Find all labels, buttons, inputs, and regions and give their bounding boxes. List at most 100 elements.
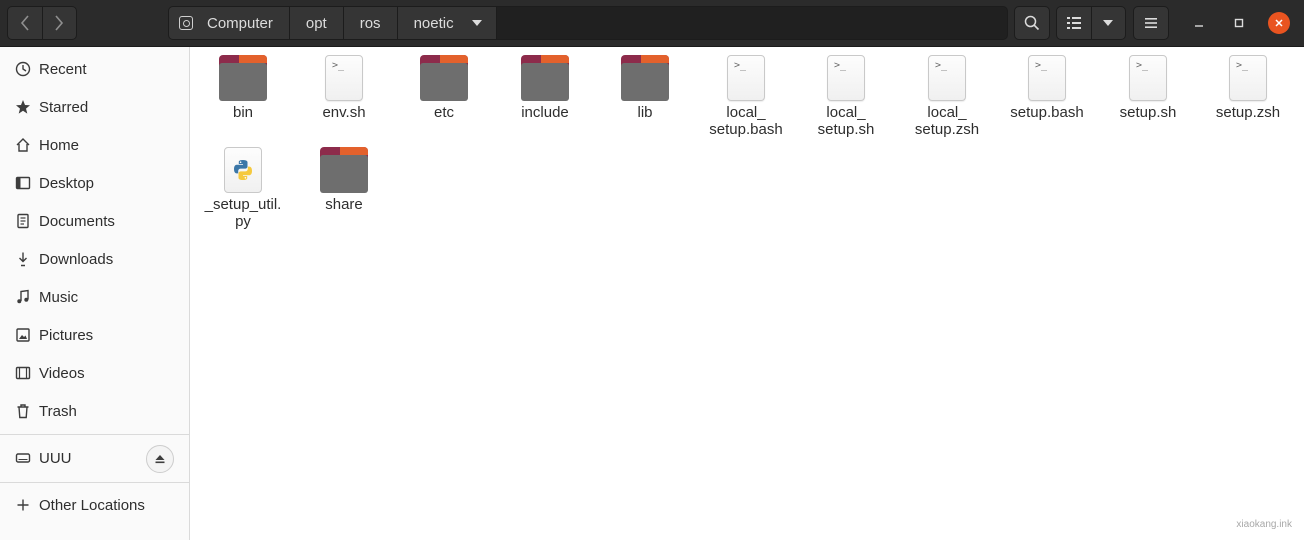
sidebar-item-videos[interactable]: Videos (0, 354, 189, 392)
sidebar-item-label: Trash (39, 402, 77, 420)
folder-item[interactable]: etc (394, 47, 494, 121)
navigation-buttons (7, 6, 77, 40)
sidebar-item-music[interactable]: Music (0, 278, 189, 316)
close-button[interactable] (1268, 12, 1290, 34)
file-item[interactable]: >_ setup.bash (997, 47, 1097, 121)
sidebar-item-trash[interactable]: Trash (0, 392, 189, 430)
crumb-computer[interactable]: Computer (169, 7, 290, 39)
path-bar: Computer opt ros noetic (168, 6, 1008, 40)
crumb-label: ros (359, 14, 381, 32)
eject-button[interactable] (146, 445, 174, 473)
chevron-left-icon (20, 15, 29, 31)
sidebar-item-pictures[interactable]: Pictures (0, 316, 189, 354)
trash-icon (15, 403, 31, 419)
file-name: local_ setup.zsh (897, 104, 997, 138)
file-name: bin (232, 104, 254, 121)
sidebar-item-device[interactable]: UUU (0, 439, 189, 477)
file-item[interactable]: >_ local_ setup.sh (796, 47, 896, 138)
sidebar-item-label: Starred (39, 98, 89, 116)
file-name: _setup_util. py (193, 196, 293, 230)
folder-icon (219, 55, 267, 101)
download-icon (15, 251, 31, 267)
sidebar-item-other-locations[interactable]: Other Locations (0, 486, 189, 524)
script-file-icon: >_ (727, 55, 765, 101)
file-name: lib (637, 104, 653, 121)
file-name-line: local_ (826, 104, 866, 121)
folder-item[interactable]: bin (193, 47, 293, 121)
file-name-line: local_ (927, 104, 967, 121)
file-item[interactable]: >_ local_ setup.zsh (897, 47, 997, 138)
sidebar-item-recent[interactable]: Recent (0, 50, 189, 88)
folder-icon (320, 147, 368, 193)
script-file-icon: >_ (1229, 55, 1267, 101)
file-item[interactable]: >_ setup.sh (1098, 47, 1198, 121)
sidebar-item-documents[interactable]: Documents (0, 202, 189, 240)
file-name: setup.bash (1010, 104, 1084, 121)
sidebar-item-desktop[interactable]: Desktop (0, 164, 189, 202)
folder-item[interactable]: include (495, 47, 595, 121)
file-item[interactable]: >_ local_ setup.bash (696, 47, 796, 138)
sidebar-item-label: Desktop (39, 174, 95, 192)
file-name-line: py (235, 213, 251, 230)
crumb-ros[interactable]: ros (343, 7, 398, 39)
script-file-icon: >_ (827, 55, 865, 101)
sidebar-item-label: Other Locations (39, 496, 145, 514)
file-name-line: setup.zsh (914, 121, 980, 138)
file-name: local_ setup.sh (796, 104, 896, 138)
film-icon (15, 365, 31, 381)
hamburger-icon (1145, 18, 1157, 28)
file-name: share (325, 196, 363, 213)
drive-icon (179, 16, 193, 30)
list-view-button[interactable] (1057, 7, 1091, 39)
folder-icon (521, 55, 569, 101)
sidebar-item-label: Documents (39, 212, 115, 230)
view-dropdown-button[interactable] (1090, 7, 1126, 39)
folder-item[interactable]: share (294, 139, 394, 213)
file-item[interactable]: _setup_util. py (193, 139, 293, 230)
sidebar-item-label: Music (39, 288, 79, 306)
clock-icon (15, 61, 31, 77)
sidebar-item-label: Recent (39, 60, 87, 78)
maximize-button[interactable] (1228, 12, 1250, 34)
minimize-icon (1195, 25, 1203, 27)
folder-item[interactable]: lib (595, 47, 695, 121)
plus-icon (15, 497, 31, 513)
file-name-line: setup.bash (709, 121, 783, 138)
minimize-button[interactable] (1188, 12, 1210, 34)
sidebar-item-home[interactable]: Home (0, 126, 189, 164)
file-name-line: setup.sh (817, 121, 875, 138)
script-file-icon: >_ (325, 55, 363, 101)
sidebar-item-starred[interactable]: Starred (0, 88, 189, 126)
crumb-label: opt (305, 14, 327, 32)
search-button[interactable] (1014, 6, 1050, 40)
sidebar-item-label: Videos (39, 364, 85, 382)
sidebar-item-downloads[interactable]: Downloads (0, 240, 189, 278)
file-name: setup.zsh (1215, 104, 1281, 121)
crumb-opt[interactable]: opt (289, 7, 344, 39)
file-item[interactable]: >_ setup.zsh (1198, 47, 1298, 121)
file-name: env.sh (322, 104, 366, 121)
star-icon (15, 99, 31, 115)
watermark: xiaokang.ink (1236, 519, 1292, 530)
back-button[interactable] (8, 7, 42, 39)
sidebar-divider (0, 434, 189, 435)
file-name-line: _setup_util. (204, 196, 282, 213)
pictures-icon (15, 327, 31, 343)
home-icon (15, 137, 31, 153)
sidebar: Recent Starred Home Desktop Documents Do… (0, 47, 190, 540)
forward-button[interactable] (41, 7, 77, 39)
chevron-down-icon (1103, 20, 1114, 26)
sidebar-divider (0, 482, 189, 483)
crumb-label: Computer (207, 14, 273, 32)
file-item[interactable]: >_ env.sh (294, 47, 394, 121)
dropdown-arrow-icon (471, 20, 482, 26)
music-icon (15, 289, 31, 305)
folder-icon (420, 55, 468, 101)
file-name-line: local_ (726, 104, 766, 121)
python-file-icon (224, 147, 262, 193)
search-icon (1024, 15, 1040, 31)
menu-button[interactable] (1133, 6, 1169, 40)
folder-icon (621, 55, 669, 101)
sidebar-item-label: Downloads (39, 250, 114, 268)
crumb-noetic[interactable]: noetic (397, 7, 497, 39)
